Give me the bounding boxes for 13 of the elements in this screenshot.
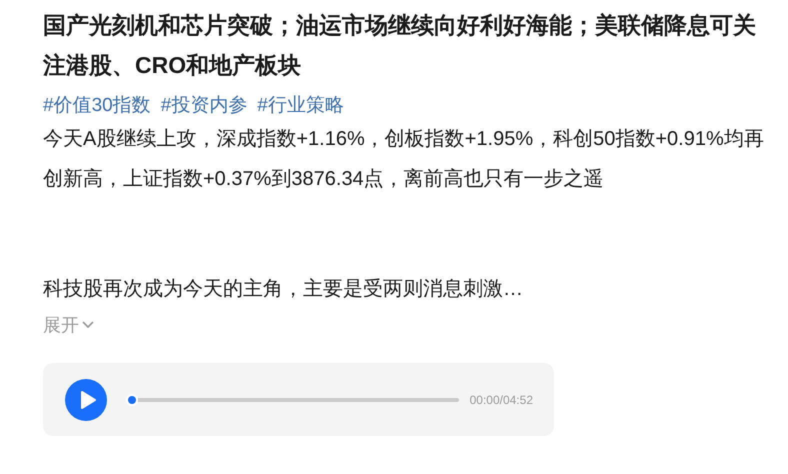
body-paragraph: 今天A股继续上攻，深成指数+1.16%，创板指数+1.95%，科创50指数+0.91%均再创新高，上证指数+0.37%到3876.34点，离前高也只有一步之遥 xyxy=(43,127,765,192)
progress-handle[interactable] xyxy=(126,394,138,406)
body-paragraph: 科技股再次成为今天的主角，主要是受两则消息刺激… xyxy=(43,277,524,302)
play-button[interactable] xyxy=(65,378,107,420)
progress-slider[interactable] xyxy=(126,394,459,406)
tag-link[interactable]: #投资内参 xyxy=(160,93,248,119)
tag-link[interactable]: #价值30指数 xyxy=(43,93,151,119)
article-title: 国产光刻机和芯片突破；油运市场继续向好利好海能；美联储降息可关注港股、CRO和地产板块 xyxy=(43,11,757,80)
expand-button[interactable]: 展开 xyxy=(43,313,94,337)
time-label: 00:00/04:52 xyxy=(470,392,533,406)
tag-link[interactable]: #行业策略 xyxy=(257,93,344,119)
play-icon xyxy=(79,390,97,410)
chevron-icon xyxy=(82,321,94,329)
